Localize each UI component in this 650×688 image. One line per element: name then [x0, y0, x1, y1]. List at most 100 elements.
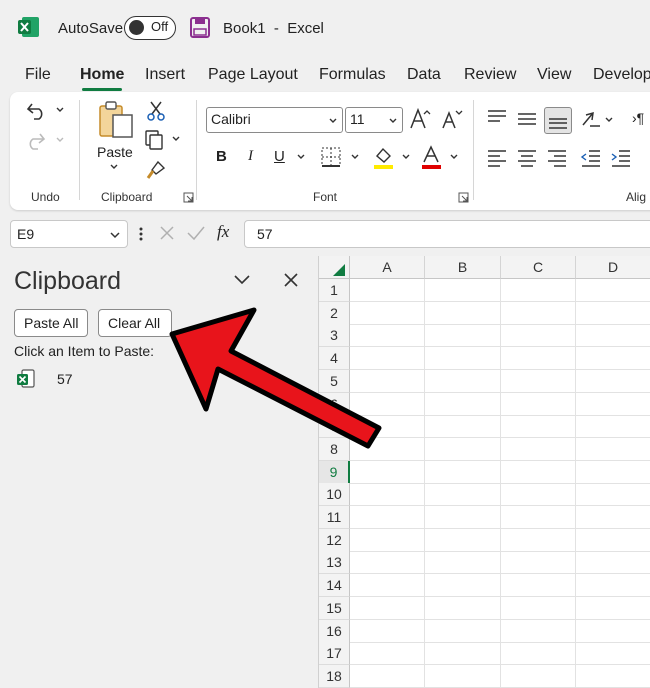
row-header-6[interactable]: 6 — [319, 392, 350, 416]
bold-button[interactable]: B — [216, 148, 227, 165]
more-options-icon[interactable] — [138, 226, 144, 242]
underline-button[interactable]: U — [274, 148, 285, 165]
borders-icon[interactable] — [320, 146, 364, 168]
row-header-12[interactable]: 12 — [319, 528, 350, 552]
row-header-2[interactable]: 2 — [319, 301, 350, 325]
tab-page-layout[interactable]: Page Layout — [208, 66, 298, 84]
tab-review[interactable]: Review — [464, 66, 516, 84]
name-box[interactable]: E9 — [10, 220, 128, 248]
row-header-1[interactable]: 1 — [319, 279, 350, 302]
row-header-7[interactable]: 7 — [319, 415, 350, 439]
excel-logo-icon — [18, 16, 40, 38]
decrease-indent-icon[interactable] — [580, 148, 602, 168]
align-middle-icon[interactable] — [516, 110, 538, 130]
row-header-10[interactable]: 10 — [319, 483, 350, 507]
column-header-d[interactable]: D — [576, 256, 650, 279]
group-label-alignment: Alig — [626, 190, 647, 204]
group-divider — [196, 100, 197, 200]
decrease-font-size-icon[interactable] — [440, 106, 464, 132]
format-painter-icon[interactable] — [146, 160, 166, 180]
insert-function-button[interactable]: fx — [217, 222, 229, 242]
toggle-state: Off — [151, 19, 169, 34]
paste-all-button[interactable]: Paste All — [14, 309, 88, 337]
tab-home[interactable]: Home — [80, 66, 124, 84]
confirm-entry-icon[interactable] — [186, 224, 206, 242]
clipboard-launcher-icon[interactable] — [183, 192, 194, 203]
font-name-select[interactable]: Calibri — [206, 107, 343, 133]
row-header-3[interactable]: 3 — [319, 324, 350, 348]
fill-color-icon[interactable] — [372, 144, 412, 170]
grid-line — [350, 414, 650, 416]
autosave-toggle[interactable]: Off — [124, 16, 176, 40]
row-header-16[interactable]: 16 — [319, 619, 350, 643]
column-header-c[interactable]: C — [501, 256, 576, 279]
align-right-icon[interactable] — [546, 148, 568, 168]
paste-label[interactable]: Paste — [97, 144, 133, 160]
select-all-corner[interactable] — [319, 256, 350, 279]
font-launcher-icon[interactable] — [458, 192, 469, 203]
italic-button[interactable]: I — [248, 148, 253, 165]
redo-icon[interactable] — [26, 130, 66, 150]
tab-view[interactable]: View — [537, 66, 571, 84]
grid-line — [350, 323, 650, 325]
grid-line — [350, 618, 650, 620]
pane-options-chevron-icon[interactable] — [232, 272, 252, 286]
tab-file[interactable]: File — [25, 66, 51, 84]
cancel-entry-icon[interactable] — [158, 224, 176, 242]
font-size-select[interactable]: 11 — [345, 107, 403, 133]
grid-line — [350, 505, 650, 507]
orientation-icon[interactable] — [580, 109, 616, 131]
align-center-icon[interactable] — [516, 148, 538, 168]
wrap-text-icon[interactable]: ›¶ — [632, 110, 644, 126]
close-icon[interactable] — [283, 272, 299, 288]
row-header-8[interactable]: 8 — [319, 437, 350, 461]
group-label-clipboard: Clipboard — [101, 190, 153, 204]
row-header-18[interactable]: 18 — [319, 664, 350, 688]
clipboard-item[interactable]: 57 — [14, 366, 304, 392]
grid-line — [350, 641, 650, 643]
row-header-17[interactable]: 17 — [319, 642, 350, 666]
row-header-14[interactable]: 14 — [319, 574, 350, 598]
row-header-4[interactable]: 4 — [319, 347, 350, 371]
grid-line — [350, 573, 650, 575]
row-header-5[interactable]: 5 — [319, 369, 350, 393]
row-header-11[interactable]: 11 — [319, 506, 350, 529]
copy-icon[interactable] — [144, 130, 184, 150]
increase-font-size-icon[interactable] — [408, 106, 432, 132]
increase-indent-icon[interactable] — [610, 148, 632, 168]
grid-line — [350, 664, 650, 666]
paste-dropdown-chevron-icon[interactable] — [109, 163, 119, 171]
paste-icon[interactable] — [96, 100, 136, 140]
align-top-icon[interactable] — [486, 108, 508, 128]
row-header-9[interactable]: 9 — [319, 460, 350, 484]
grid-line — [350, 369, 650, 371]
grid-line — [350, 346, 650, 348]
name-box-value: E9 — [17, 226, 35, 242]
row-header-13[interactable]: 13 — [319, 551, 350, 575]
tab-data[interactable]: Data — [407, 66, 441, 84]
undo-icon[interactable] — [26, 100, 66, 120]
formula-input[interactable]: 57 — [244, 220, 650, 248]
font-name-value: Calibri — [211, 111, 251, 127]
grid-line — [350, 482, 650, 484]
clear-all-button[interactable]: Clear All — [98, 309, 172, 337]
grid-line — [350, 391, 650, 393]
tab-developer[interactable]: Develop — [593, 66, 650, 84]
tab-insert[interactable]: Insert — [145, 66, 185, 84]
column-header-a[interactable]: A — [350, 256, 425, 279]
grid-line — [350, 596, 650, 598]
column-header-b[interactable]: B — [425, 256, 501, 279]
grid-line — [350, 550, 650, 552]
pane-hint: Click an Item to Paste: — [14, 343, 155, 359]
group-divider — [79, 100, 80, 200]
underline-dropdown-chevron-icon[interactable] — [296, 153, 306, 161]
cut-icon[interactable] — [146, 100, 166, 122]
excel-file-icon — [16, 369, 36, 389]
row-header-15[interactable]: 15 — [319, 596, 350, 620]
font-color-icon[interactable] — [420, 144, 460, 170]
save-icon[interactable] — [190, 17, 210, 38]
worksheet-grid[interactable]: A B C D 1 2 3 4 5 6 7 8 9 10 11 12 13 14 15 16 17 18 — [318, 256, 650, 688]
tab-formulas[interactable]: Formulas — [319, 66, 386, 84]
align-bottom-button[interactable] — [544, 107, 572, 134]
align-left-icon[interactable] — [486, 148, 508, 168]
